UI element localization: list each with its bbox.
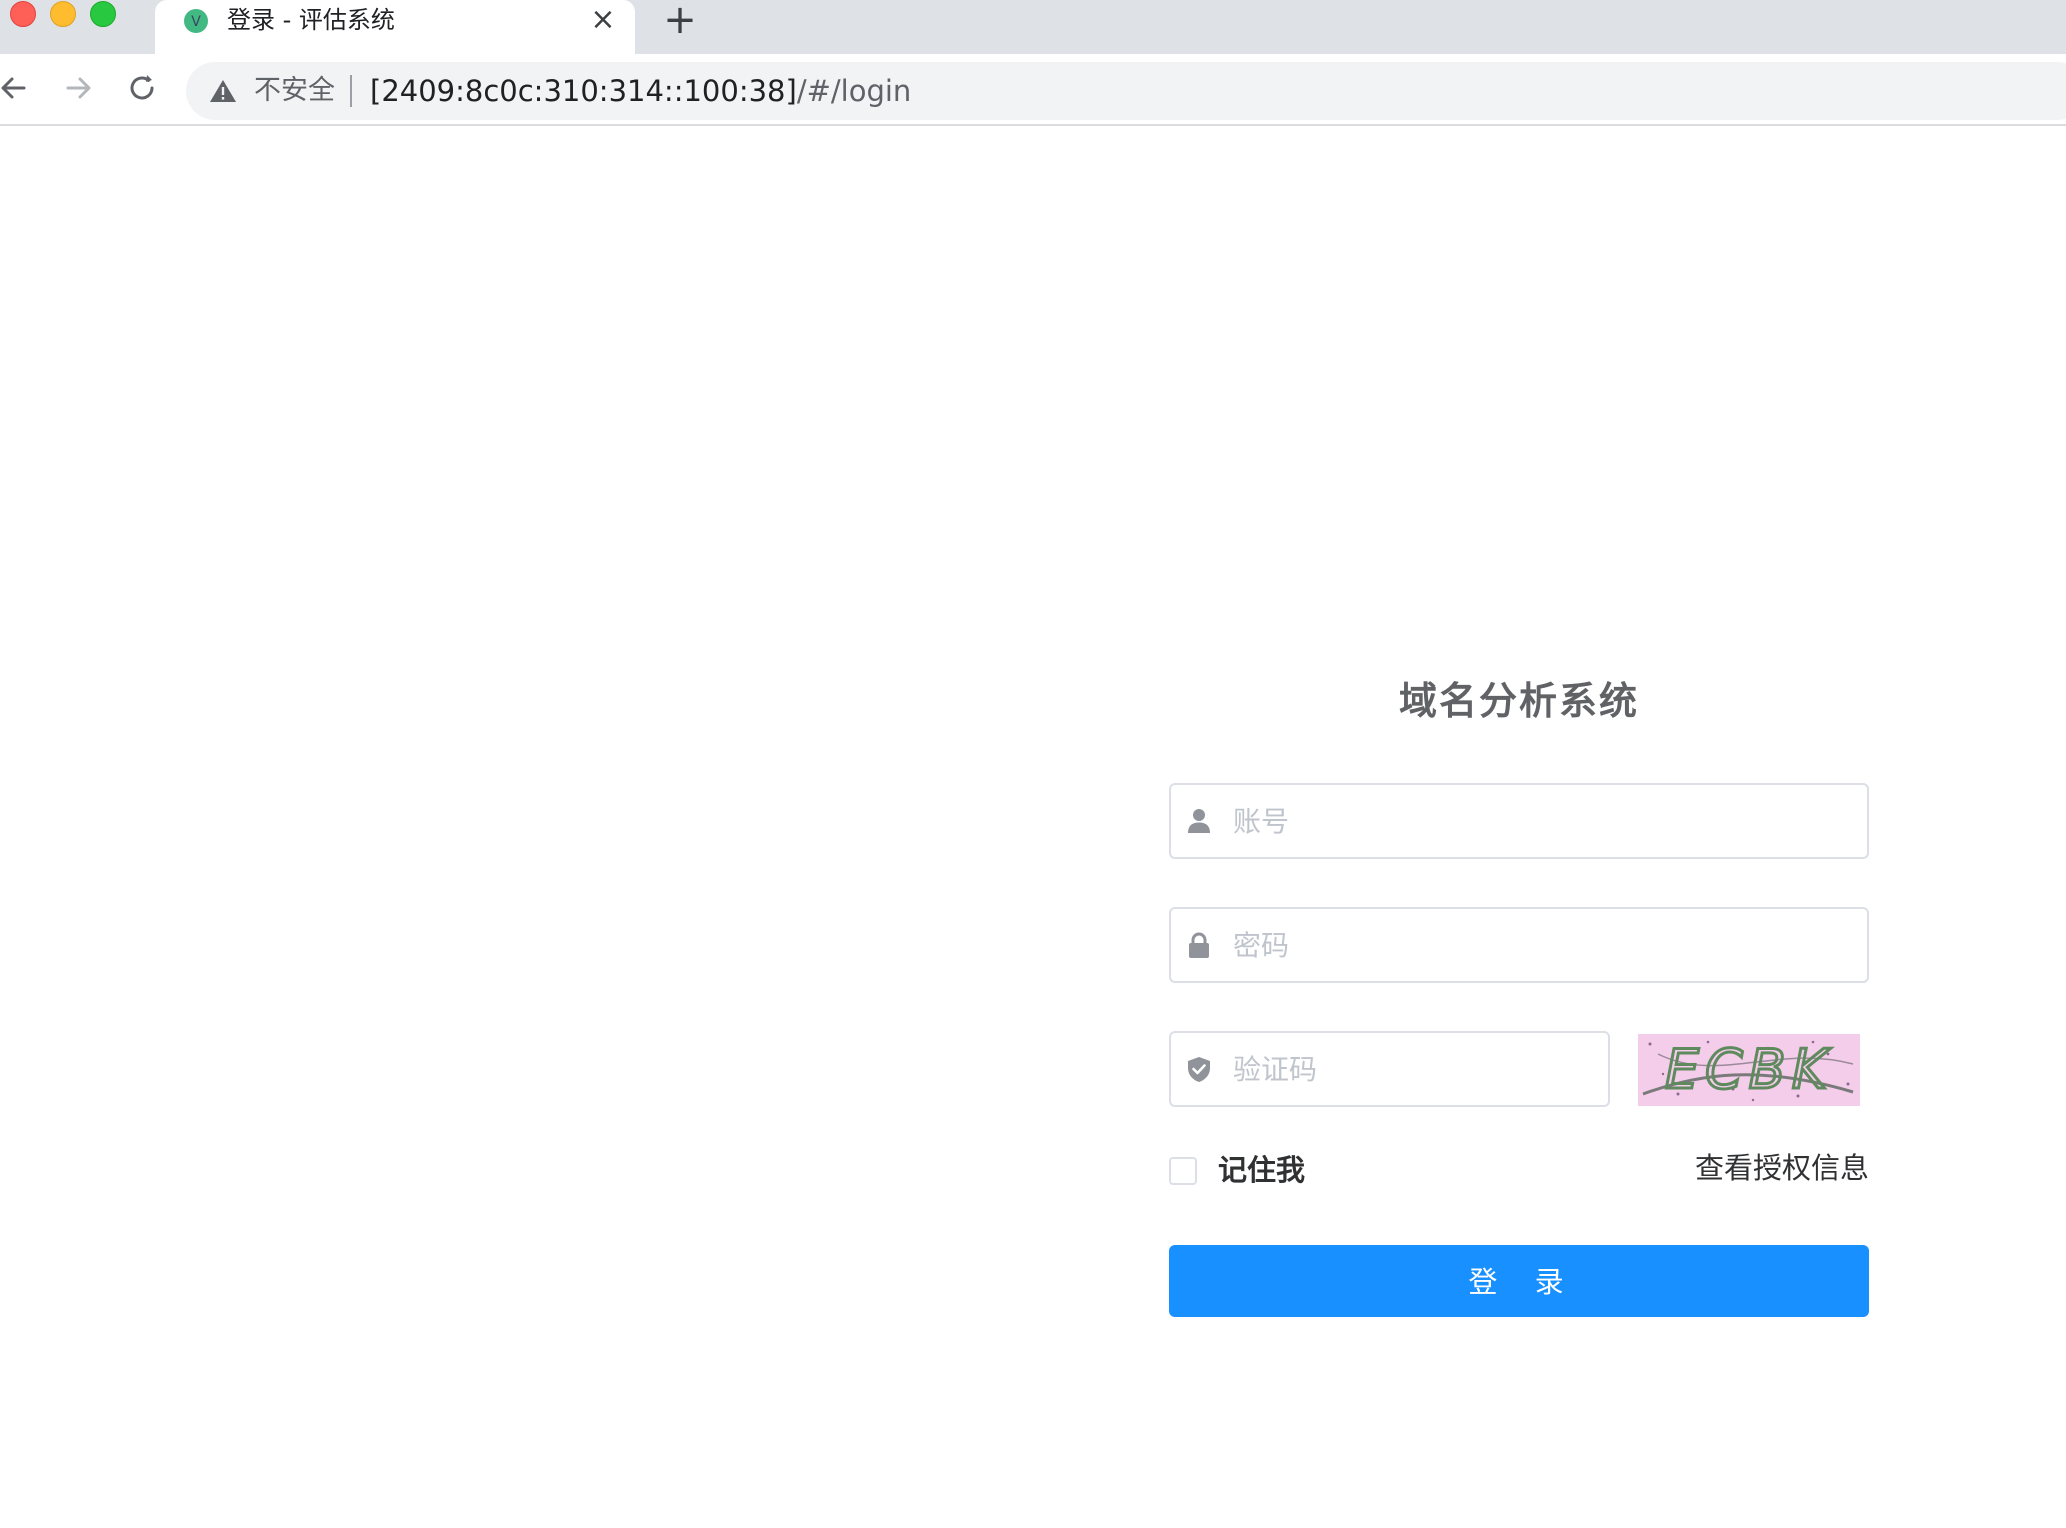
- url-host: [2409:8c0c:310:314::100:38]: [370, 74, 797, 108]
- address-separator: [350, 75, 352, 107]
- captcha-input[interactable]: [1231, 1033, 1598, 1105]
- address-bar[interactable]: 不安全 [2409:8c0c:310:314::100:38]/#/login: [186, 62, 2066, 120]
- captcha-image[interactable]: ECBK: [1638, 1034, 1860, 1106]
- window-minimize-button[interactable]: [50, 1, 76, 27]
- window-close-button[interactable]: [10, 1, 36, 27]
- captcha-field[interactable]: [1169, 1031, 1610, 1107]
- shield-check-icon: [1188, 1057, 1210, 1082]
- captcha-graphic: ECBK: [1638, 1034, 1860, 1106]
- window-zoom-button[interactable]: [90, 1, 116, 27]
- user-icon: [1188, 809, 1210, 833]
- remember-me-label[interactable]: 记住我: [1218, 1150, 1305, 1190]
- password-input[interactable]: [1231, 909, 1857, 981]
- login-title: 域名分析系统: [1398, 679, 1639, 723]
- url-path: /#/login: [796, 74, 912, 108]
- captcha-text: ECBK: [1665, 1038, 1833, 1101]
- username-input[interactable]: [1231, 785, 1857, 857]
- password-field[interactable]: [1169, 907, 1869, 983]
- new-tab-icon[interactable]: +: [660, 0, 700, 40]
- browser-tab-strip: V 登录 - 评估系统 × +: [0, 0, 2066, 54]
- view-license-link[interactable]: 查看授权信息: [1600, 1148, 1869, 1188]
- username-field[interactable]: [1169, 783, 1869, 859]
- warning-triangle-icon: [210, 80, 236, 102]
- back-arrow-icon[interactable]: [0, 68, 34, 108]
- remember-me-checkbox[interactable]: [1169, 1157, 1197, 1185]
- vue-logo-icon: V: [184, 9, 208, 33]
- tab-title: 登录 - 评估系统: [227, 6, 395, 34]
- svg-text:V: V: [191, 14, 201, 30]
- forward-arrow-icon[interactable]: [58, 68, 98, 108]
- reload-icon[interactable]: [122, 68, 162, 108]
- not-secure-label[interactable]: 不安全: [254, 74, 335, 108]
- url-text[interactable]: [2409:8c0c:310:314::100:38]/#/login: [370, 74, 911, 108]
- lock-icon: [1189, 932, 1209, 958]
- close-tab-icon[interactable]: ×: [587, 4, 619, 36]
- login-button[interactable]: 登 录: [1169, 1245, 1869, 1317]
- browser-toolbar: 不安全 [2409:8c0c:310:314::100:38]/#/login: [0, 54, 2066, 126]
- browser-tab-active[interactable]: V 登录 - 评估系统 ×: [155, 0, 635, 54]
